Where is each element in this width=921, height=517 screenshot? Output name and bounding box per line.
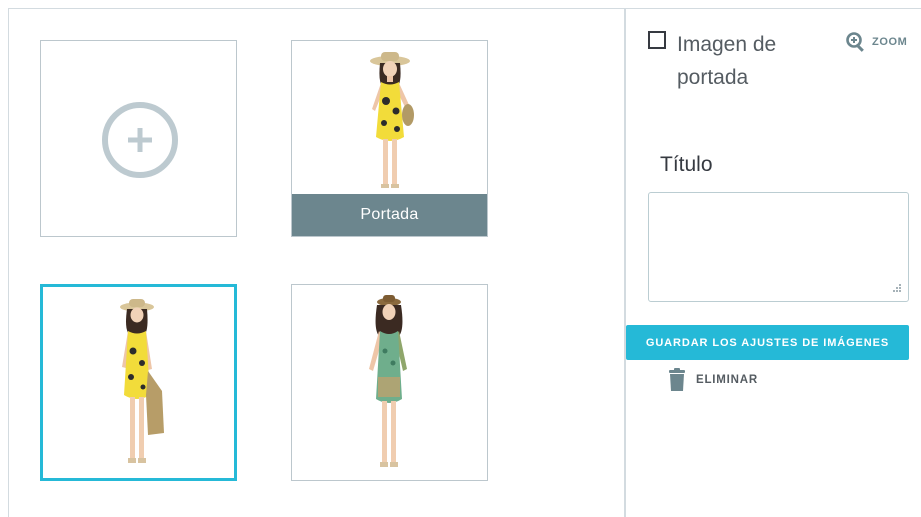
- cover-image-checkbox[interactable]: [648, 31, 666, 49]
- cover-image-label: Imagen de portada: [677, 33, 777, 89]
- product-image-thumbnail-selected[interactable]: [40, 284, 237, 481]
- plus-circle-icon: [102, 102, 178, 178]
- product-image-thumbnail[interactable]: [291, 284, 488, 481]
- trash-icon: [669, 368, 685, 391]
- resize-handle-icon[interactable]: [890, 283, 902, 295]
- add-image-tile[interactable]: [40, 40, 237, 237]
- plus-icon: [128, 128, 152, 152]
- cover-badge: Portada: [292, 194, 487, 236]
- title-label: Título: [660, 153, 713, 176]
- model-green-dress-image: [368, 295, 407, 467]
- delete-label: ELIMINAR: [696, 374, 758, 386]
- model-yellow-dress-image: [369, 52, 414, 188]
- zoom-button[interactable]: ZOOM: [845, 31, 907, 53]
- delete-button[interactable]: ELIMINAR: [667, 368, 758, 392]
- title-textarea[interactable]: [648, 192, 909, 302]
- product-image-thumbnail[interactable]: Portada: [291, 40, 488, 237]
- zoom-label: ZOOM: [872, 36, 908, 48]
- save-image-settings-button[interactable]: GUARDAR LOS AJUSTES DE IMÁGENES: [626, 325, 909, 360]
- model-yellow-dress-bag-image: [119, 299, 164, 463]
- zoom-icon: [846, 32, 864, 52]
- panel-divider: [624, 8, 626, 517]
